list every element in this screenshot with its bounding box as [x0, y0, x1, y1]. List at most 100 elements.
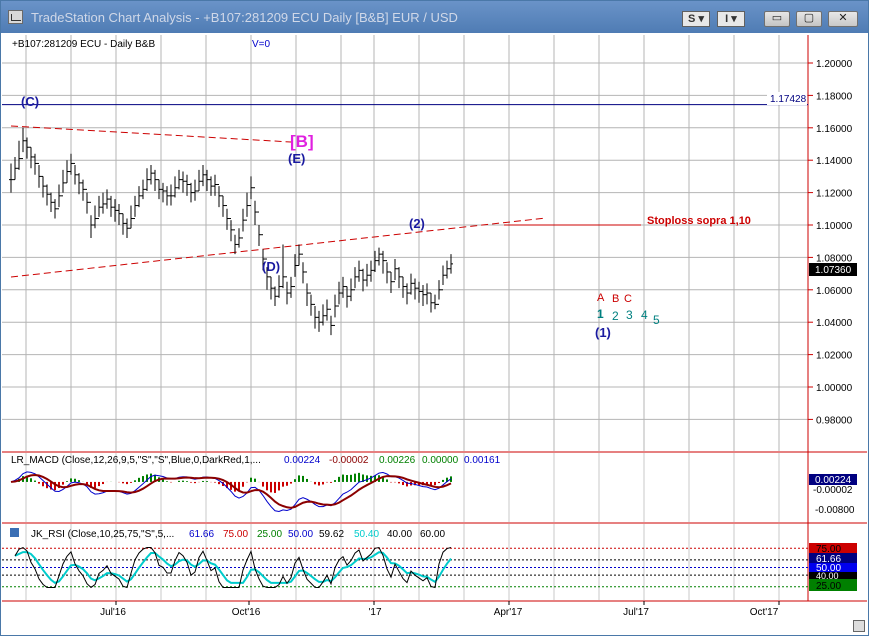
rsi-value-6: 50.40 [354, 529, 379, 540]
price-bar [193, 179, 197, 201]
price-bar [197, 169, 201, 192]
price-bar [33, 153, 37, 175]
price-bar [165, 186, 169, 206]
price-bar [69, 153, 73, 175]
price-bar [385, 260, 389, 284]
price-bar [337, 281, 341, 307]
price-bar [277, 275, 281, 298]
price-bar [49, 192, 53, 213]
chevron-down-icon: ▾ [698, 13, 704, 25]
price-bar [37, 162, 41, 188]
price-bar [81, 179, 85, 201]
price-bar [341, 276, 345, 298]
price-bar [233, 229, 237, 255]
macd-header: LR_MACD (Close,12,26,9,5,"S","S",Blue,0,… [11, 455, 261, 466]
wave-num-5: 5 [653, 313, 660, 327]
price-bar [45, 184, 49, 206]
rsi-value-1: 61.66 [189, 529, 214, 540]
price-axis: 1.20000 1.18000 1.16000 1.14000 1.12000 1.100… [808, 59, 853, 426]
price-bar [241, 208, 245, 239]
price-bar [269, 276, 273, 300]
price-bar [281, 244, 285, 289]
price-axis-tick-label: 1.04000 [816, 318, 853, 329]
price-bar [409, 273, 413, 295]
macd-value-5: 0.00161 [464, 455, 501, 466]
price-bar [145, 168, 149, 191]
wave-num-2: 2 [612, 309, 619, 323]
price-axis-tick-label: 1.00000 [816, 383, 853, 394]
chevron-down-icon: ▾ [731, 13, 737, 25]
price-bar [77, 173, 81, 195]
price-bar [413, 278, 417, 300]
maximize-button[interactable]: ▢ [796, 11, 822, 27]
macd-axis-tick: -0.00800 [815, 505, 855, 516]
price-axis-tick-label: 1.10000 [816, 221, 853, 232]
chart-app-icon [8, 10, 23, 24]
rsi-value-7: 40.00 [387, 529, 412, 540]
price-bar [225, 205, 229, 230]
price-axis-tick-label: 1.14000 [816, 156, 853, 167]
price-bar [289, 276, 293, 298]
price-bar [133, 195, 137, 220]
wave-label-d: (D) [262, 259, 280, 274]
rsi-smooth-line [14, 551, 452, 584]
price-bar [257, 211, 261, 247]
last-price-label: 1.07360 [815, 265, 852, 276]
macd-value-4: 0.00000 [422, 455, 459, 466]
price-bar [169, 184, 173, 206]
rsi-header: JK_RSI (Close,10,25,75,"S",5,... [31, 529, 174, 540]
price-axis-tick-label: 1.02000 [816, 351, 853, 362]
close-button[interactable]: ✕ [828, 11, 858, 27]
rsi-value-5: 59.62 [319, 529, 344, 540]
macd-value-2: -0.00002 [329, 455, 369, 466]
i-dropdown-button[interactable]: I ▾ [717, 11, 745, 27]
price-bar [137, 186, 141, 208]
price-bar [381, 250, 385, 274]
macd-value-1: 0.00224 [284, 455, 321, 466]
s-button-label: S [688, 13, 696, 25]
resize-grip-icon[interactable] [853, 620, 865, 632]
s-dropdown-button[interactable]: S ▾ [682, 11, 710, 27]
price-bar [109, 195, 113, 217]
resistance-price-label: 1.17428 [770, 94, 807, 105]
maximize-icon: ▢ [803, 12, 815, 24]
price-bar [377, 247, 381, 266]
price-bar [437, 280, 441, 305]
price-bar [309, 292, 313, 316]
price-axis-tick-label: 1.18000 [816, 91, 853, 102]
minimize-button[interactable]: ▭ [764, 11, 790, 27]
price-axis-tick-label: 1.08000 [816, 253, 853, 264]
price-axis-tick-label: 1.12000 [816, 189, 853, 200]
title-bar[interactable]: TradeStation Chart Analysis - +B107:2812… [1, 1, 868, 33]
abc-label-c: C [624, 293, 632, 305]
date-axis: Jul'16 Oct'16 '17 Apr'17 Jul'17 Oct'17 [100, 601, 780, 618]
price-bar [429, 292, 433, 313]
price-bar [61, 169, 65, 197]
price-bar [9, 163, 13, 193]
price-bar [21, 127, 25, 160]
rsi-value-2: 75.00 [223, 529, 248, 540]
chart-area[interactable]: +B107:281209 ECU - Daily B&B V=0 1.20000… [1, 33, 868, 635]
wave-num-1: 1 [597, 307, 604, 321]
price-bar [41, 175, 45, 198]
price-bar [97, 195, 101, 220]
price-bar [325, 299, 329, 321]
price-bar [401, 276, 405, 298]
date-axis-tick-label: Apr'17 [494, 607, 523, 618]
stoploss-label: Stoploss sopra 1,10 [647, 215, 751, 227]
price-bar [121, 213, 125, 235]
date-axis-tick-label: Oct'16 [232, 607, 261, 618]
rsi-indicator-icon [10, 528, 19, 537]
price-bar [89, 201, 93, 238]
price-bar [125, 218, 129, 238]
price-bar [237, 228, 241, 248]
price-axis-tick-label: 1.20000 [816, 59, 853, 70]
date-axis-tick-label: '17 [368, 607, 381, 618]
price-bar [157, 179, 161, 200]
price-bar [181, 171, 185, 193]
price-bar [229, 218, 233, 242]
macd-badge-lo-label: -0.00002 [813, 485, 853, 496]
price-bar [361, 268, 365, 292]
price-axis-tick-label: 0.98000 [816, 415, 853, 426]
window-title: TradeStation Chart Analysis - +B107:2812… [31, 10, 458, 25]
